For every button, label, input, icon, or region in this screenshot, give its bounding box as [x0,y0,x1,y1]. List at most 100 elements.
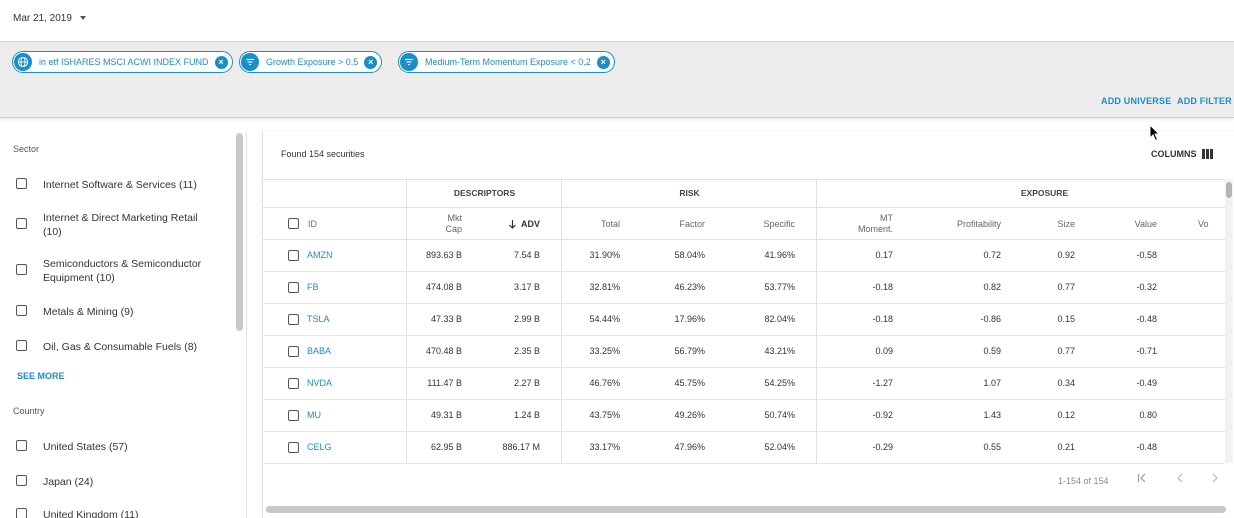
checkbox[interactable] [16,218,27,229]
facet-item-sector[interactable]: Internet & Direct Marketing Retail (10) [16,211,219,239]
checkbox[interactable] [16,508,27,518]
mt-cell: -0.92 [872,410,893,420]
value-header[interactable]: Value [1103,208,1157,239]
facet-label: United States (57) [43,441,128,453]
scroll-thumb[interactable] [1226,182,1232,198]
factor-header[interactable]: Factor [643,208,705,239]
facet-item-country[interactable]: United Kingdom (11) [16,508,219,518]
value-cell: -0.49 [1136,378,1157,388]
table-row[interactable]: AMZN 893.63 B 7.54 B 31.90% 58.04% 41.96% 0.17… [263,239,1225,272]
select-all[interactable]: ID [288,208,317,239]
security-link[interactable]: AMZN [307,250,333,260]
first-page-icon[interactable] [1136,472,1148,487]
size-cell: 0.12 [1057,410,1075,420]
total-cell: 43.75% [589,410,620,420]
specific-header[interactable]: Specific [723,208,795,239]
size-cell: 0.34 [1057,378,1075,388]
filter-chip-growth[interactable]: Growth Exposure > 0.5 × [239,51,383,73]
facet-item-sector[interactable]: Metals & Mining (9) [16,305,219,319]
value-cell: 0.80 [1139,410,1157,420]
facet-item-country[interactable]: United States (57) [16,440,219,454]
volatility-header[interactable]: Vo [1198,208,1209,239]
security-link[interactable]: NVDA [307,378,332,388]
table-row[interactable]: TSLA 47.33 B 2.99 B 54.44% 17.96% 82.04% -0.18… [263,303,1225,336]
checkbox[interactable] [288,377,299,389]
add-filter-button[interactable]: ADD FILTER [1177,96,1232,106]
mt-cell: -0.29 [872,442,893,452]
facet-item-sector[interactable]: Oil, Gas & Consumable Fuels (8) [16,340,219,354]
id-cell: CELG [288,431,332,463]
security-link[interactable]: CELG [307,442,332,452]
checkbox[interactable] [288,345,299,357]
filter-icon [400,53,418,71]
filter-chip-label: in etf ISHARES MSCI ACWI INDEX FUND [39,57,209,67]
checkbox[interactable] [16,178,27,189]
next-page-icon[interactable] [1209,472,1221,487]
filter-chip-momentum[interactable]: Medium-Term Momentum Exposure < 0.2 × [398,51,615,73]
checkbox[interactable] [288,218,299,229]
columns-icon [1201,149,1213,159]
security-link[interactable]: BABA [307,346,331,356]
checkbox[interactable] [16,340,27,351]
previous-page-icon[interactable] [1174,472,1186,487]
mt-momentum-header[interactable]: MT Moment. [833,208,893,239]
country-title: Country [13,406,45,416]
security-link[interactable]: TSLA [307,314,330,324]
table-horizontal-scrollbar[interactable] [266,506,1226,513]
factor-cell: 56.79% [674,346,705,356]
security-link[interactable]: FB [307,282,319,292]
adv-header[interactable]: ADV [493,208,540,239]
checkbox[interactable] [16,305,27,316]
table-row[interactable]: FB 474.08 B 3.17 B 32.81% 46.23% 53.77% -0.18 0… [263,271,1225,304]
add-universe-button[interactable]: ADD UNIVERSE [1101,96,1171,106]
value-cell: -0.58 [1136,250,1157,260]
date-picker[interactable]: Mar 21, 2019 [13,13,86,24]
checkbox[interactable] [288,281,299,293]
remove-filter-icon[interactable]: × [364,55,378,69]
group-header-descriptors: DESCRIPTORS [406,180,562,207]
mkt-cap-cell: 47.33 B [430,314,462,324]
remove-filter-icon[interactable]: × [214,55,228,69]
results-count: Found 154 securities [281,149,365,159]
columns-button[interactable]: COLUMNS [1151,149,1213,159]
checkbox[interactable] [16,475,27,486]
mkt-cap-header[interactable]: Mkt Cap [406,208,462,239]
adv-cell: 2.99 B [513,314,540,324]
size-header[interactable]: Size [1023,208,1075,239]
mkt-cap-cell: 49.31 B [430,410,462,420]
size-cell: 0.21 [1057,442,1075,452]
checkbox[interactable] [16,440,27,451]
size-cell: 0.92 [1057,250,1075,260]
facet-item-sector[interactable]: Internet Software & Services (11) [16,178,219,192]
total-header[interactable]: Total [563,208,620,239]
checkbox[interactable] [288,249,299,261]
sidebar-scrollbar[interactable] [236,133,243,331]
checkbox[interactable] [288,409,299,421]
checkbox[interactable] [288,313,299,325]
facet-item-sector[interactable]: Semiconductors & Semiconductor Equipment… [16,257,219,285]
remove-filter-icon[interactable]: × [596,55,610,69]
factor-cell: 46.23% [674,282,705,292]
see-more-link[interactable]: SEE MORE [17,371,65,381]
mkt-cap-header-line1: Mkt [447,212,463,223]
security-link[interactable]: MU [307,410,321,420]
facet-label: Internet & Direct Marketing Retail (10) [43,212,198,238]
facet-sidebar: Sector Internet Software & Services (11)… [0,131,247,518]
filter-chip-universe[interactable]: in etf ISHARES MSCI ACWI INDEX FUND × [12,51,233,73]
table-row[interactable]: NVDA 111.47 B 2.27 B 46.76% 45.75% 54.25% -1.2… [263,367,1225,400]
id-cell: TSLA [288,303,330,335]
facet-item-country[interactable]: Japan (24) [16,475,219,489]
checkbox[interactable] [16,264,27,275]
total-cell: 32.81% [589,282,620,292]
id-cell: FB [288,271,319,303]
value-cell: -0.71 [1136,346,1157,356]
profitability-header[interactable]: Profitability [923,208,1001,239]
mt-cell: 0.17 [875,250,893,260]
checkbox[interactable] [288,441,299,453]
table-vertical-scrollbar[interactable] [1225,179,1233,463]
top-bar: Mar 21, 2019 [0,0,1234,42]
table-row[interactable]: MU 49.31 B 1.24 B 43.75% 49.26% 50.74% -0.92 1.… [263,399,1225,432]
table-row[interactable]: BABA 470.48 B 2.35 B 33.25% 56.79% 43.21% 0.09… [263,335,1225,368]
table-row[interactable]: CELG 62.95 B 886.17 M 33.17% 47.96% 52.04% -0.… [263,431,1225,464]
mt-header-line2: Moment. [857,223,893,234]
